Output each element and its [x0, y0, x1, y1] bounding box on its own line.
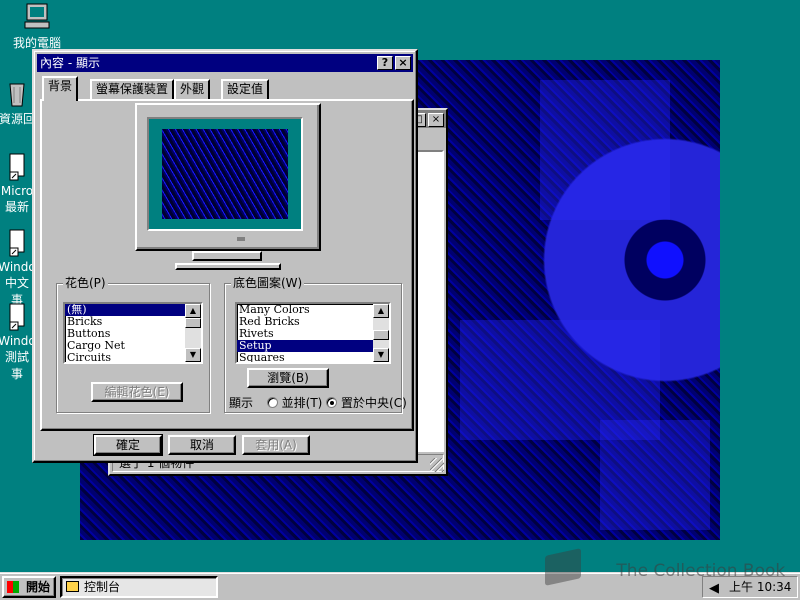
- browse-button[interactable]: 瀏覽(B): [247, 368, 329, 388]
- edit-pattern-button[interactable]: 編輯花色(E): [91, 382, 183, 402]
- wallpaper-label: 底色圖案(W): [231, 276, 305, 290]
- ok-button[interactable]: 確定: [93, 434, 163, 456]
- help-button[interactable]: ?: [377, 56, 393, 70]
- scroll-down-icon[interactable]: ▼: [185, 348, 201, 362]
- monitor-stand: [192, 251, 262, 261]
- pattern-group: 花色(P) (無) Bricks Buttons Cargo Net Circuits …: [56, 276, 210, 413]
- apply-button[interactable]: 套用(A): [242, 435, 310, 455]
- watermark-text: The Collection Book: [616, 561, 786, 581]
- taskbar-item-control-panel[interactable]: 控制台: [60, 576, 218, 598]
- monitor-power-led: [237, 237, 245, 241]
- pattern-items: (無) Bricks Buttons Cargo Net Circuits: [65, 304, 201, 363]
- book-icon: [545, 548, 581, 586]
- tab-settings[interactable]: 設定值: [221, 79, 270, 100]
- monitor-preview: [135, 103, 321, 251]
- pattern-list-item[interactable]: Circuits: [65, 352, 201, 363]
- center-option-label[interactable]: 置於中央(C): [341, 396, 407, 410]
- tile-option-label[interactable]: 並排(T): [282, 396, 323, 410]
- watermark: The Collection Book: [545, 548, 786, 586]
- display-properties-dialog[interactable]: 內容 - 顯示 ? × 背景 螢幕保護裝置 外觀 設定值 花色(P) (無) Br…: [32, 49, 418, 463]
- windows-logo-icon: [7, 581, 19, 593]
- tab-background[interactable]: 背景: [42, 76, 79, 101]
- wallpaper-scrollbar[interactable]: ▲ ▼: [373, 304, 389, 362]
- clock[interactable]: 上午 10:34: [729, 580, 791, 594]
- shortcut-icon: [9, 303, 25, 331]
- display-mode-row: 顯示 並排(T) 置於中央(C): [229, 394, 407, 411]
- dialog-title: 內容 - 顯示: [40, 56, 100, 70]
- tab-appearance[interactable]: 外觀: [174, 79, 211, 100]
- close-button[interactable]: ×: [395, 56, 411, 70]
- tab-screen-saver[interactable]: 螢幕保護裝置: [90, 79, 175, 100]
- start-label: 開始: [25, 580, 50, 594]
- pattern-scrollbar[interactable]: ▲ ▼: [185, 304, 201, 362]
- center-radio[interactable]: [326, 397, 338, 408]
- monitor-bezel: [147, 117, 303, 231]
- my-computer-icon: [24, 3, 50, 29]
- resize-grip-icon[interactable]: [430, 458, 444, 472]
- start-button[interactable]: 開始: [2, 576, 56, 598]
- dialog-titlebar[interactable]: 內容 - 顯示 ? ×: [37, 54, 413, 72]
- scroll-down-icon[interactable]: ▼: [373, 348, 389, 362]
- scroll-thumb[interactable]: [185, 318, 201, 328]
- shortcut-icon: [9, 229, 25, 257]
- speaker-icon[interactable]: ◀: [709, 579, 719, 599]
- task-label: 控制台: [84, 580, 121, 594]
- scroll-up-icon[interactable]: ▲: [373, 304, 389, 318]
- display-label: 顯示: [229, 396, 254, 410]
- recycle-bin-icon: [9, 83, 25, 107]
- scroll-up-icon[interactable]: ▲: [185, 304, 201, 318]
- background-tab-panel: 花色(P) (無) Bricks Buttons Cargo Net Circuits …: [40, 99, 414, 431]
- pattern-listbox[interactable]: (無) Bricks Buttons Cargo Net Circuits ▲ ▼: [63, 302, 203, 364]
- close-icon[interactable]: ×: [428, 113, 444, 127]
- wallpaper-preview: [162, 129, 288, 219]
- tile-radio[interactable]: [266, 397, 278, 408]
- desktop-icon-my-computer[interactable]: 我的電腦: [2, 2, 72, 51]
- wallpaper-items: Many Colors Red Bricks Rivets Setup Squares: [237, 304, 389, 363]
- wallpaper-listbox[interactable]: Many Colors Red Bricks Rivets Setup Squares …: [235, 302, 391, 364]
- pattern-label: 花色(P): [63, 276, 108, 290]
- wallpaper-group: 底色圖案(W) Many Colors Red Bricks Rivets Setup…: [224, 276, 407, 413]
- wallpaper-list-item[interactable]: Squares: [237, 352, 389, 363]
- control-panel-icon: [66, 581, 79, 592]
- monitor-base: [175, 263, 281, 270]
- shortcut-icon: [9, 153, 25, 181]
- cancel-button[interactable]: 取消: [168, 435, 236, 455]
- scroll-thumb[interactable]: [373, 330, 389, 340]
